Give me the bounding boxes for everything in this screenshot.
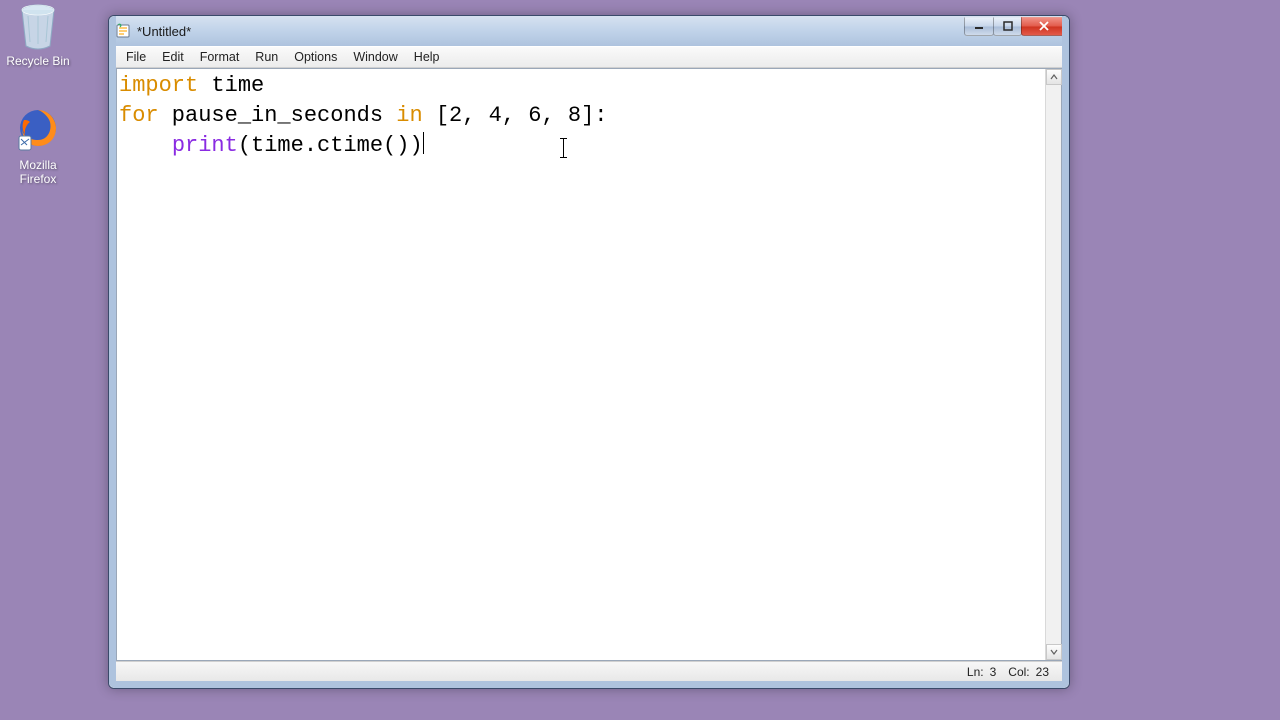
desktop-icon-firefox[interactable]: Mozilla Firefox bbox=[2, 106, 74, 186]
firefox-icon bbox=[16, 106, 60, 154]
status-col-label: Col: bbox=[1005, 665, 1032, 679]
chevron-down-icon bbox=[1050, 648, 1058, 656]
code-text bbox=[119, 133, 172, 158]
minimize-icon bbox=[974, 21, 984, 31]
desktop-icon-label: Mozilla bbox=[2, 158, 74, 172]
window-close-button[interactable] bbox=[1021, 17, 1067, 36]
code-text: (time.ctime()) bbox=[238, 133, 423, 158]
maximize-icon bbox=[1003, 21, 1013, 31]
menu-window[interactable]: Window bbox=[345, 48, 405, 66]
code-keyword: import bbox=[119, 73, 198, 98]
recycle-bin-icon bbox=[16, 2, 60, 50]
code-text: [2, 4, 6, 8]: bbox=[423, 103, 608, 128]
window-minimize-button[interactable] bbox=[964, 17, 994, 36]
editor-pane: import time for pause_in_seconds in [2, … bbox=[116, 68, 1062, 661]
code-editor[interactable]: import time for pause_in_seconds in [2, … bbox=[117, 69, 1045, 660]
scroll-down-button[interactable] bbox=[1046, 644, 1062, 660]
window-maximize-button[interactable] bbox=[993, 17, 1022, 36]
status-line-label: Ln: bbox=[964, 665, 987, 679]
vertical-scrollbar[interactable] bbox=[1045, 69, 1061, 660]
statusbar: Ln: 3 Col: 23 bbox=[116, 661, 1062, 681]
scroll-up-button[interactable] bbox=[1046, 69, 1062, 85]
desktop-icon-recycle-bin[interactable]: Recycle Bin bbox=[2, 2, 74, 68]
code-text: time bbox=[198, 73, 264, 98]
chevron-up-icon bbox=[1050, 73, 1058, 81]
code-text: pause_in_seconds bbox=[159, 103, 397, 128]
menu-run[interactable]: Run bbox=[247, 48, 286, 66]
status-line-value: 3 bbox=[987, 665, 1000, 679]
close-icon bbox=[1038, 21, 1050, 31]
menu-options[interactable]: Options bbox=[286, 48, 345, 66]
window-title: *Untitled* bbox=[137, 24, 191, 39]
text-caret bbox=[423, 132, 424, 154]
desktop-icon-label: Firefox bbox=[2, 172, 74, 186]
code-keyword: for bbox=[119, 103, 159, 128]
status-col-value: 23 bbox=[1033, 665, 1052, 679]
menubar: File Edit Format Run Options Window Help bbox=[116, 46, 1062, 68]
window-titlebar[interactable]: *Untitled* bbox=[109, 16, 1069, 46]
desktop-icon-label: Recycle Bin bbox=[2, 54, 74, 68]
editor-window: *Untitled* File Edit Format Run Options … bbox=[108, 15, 1070, 689]
code-keyword: in bbox=[396, 103, 422, 128]
menu-edit[interactable]: Edit bbox=[154, 48, 192, 66]
code-builtin: print bbox=[172, 133, 238, 158]
app-icon bbox=[115, 23, 131, 39]
menu-format[interactable]: Format bbox=[192, 48, 248, 66]
menu-help[interactable]: Help bbox=[406, 48, 448, 66]
menu-file[interactable]: File bbox=[118, 48, 154, 66]
